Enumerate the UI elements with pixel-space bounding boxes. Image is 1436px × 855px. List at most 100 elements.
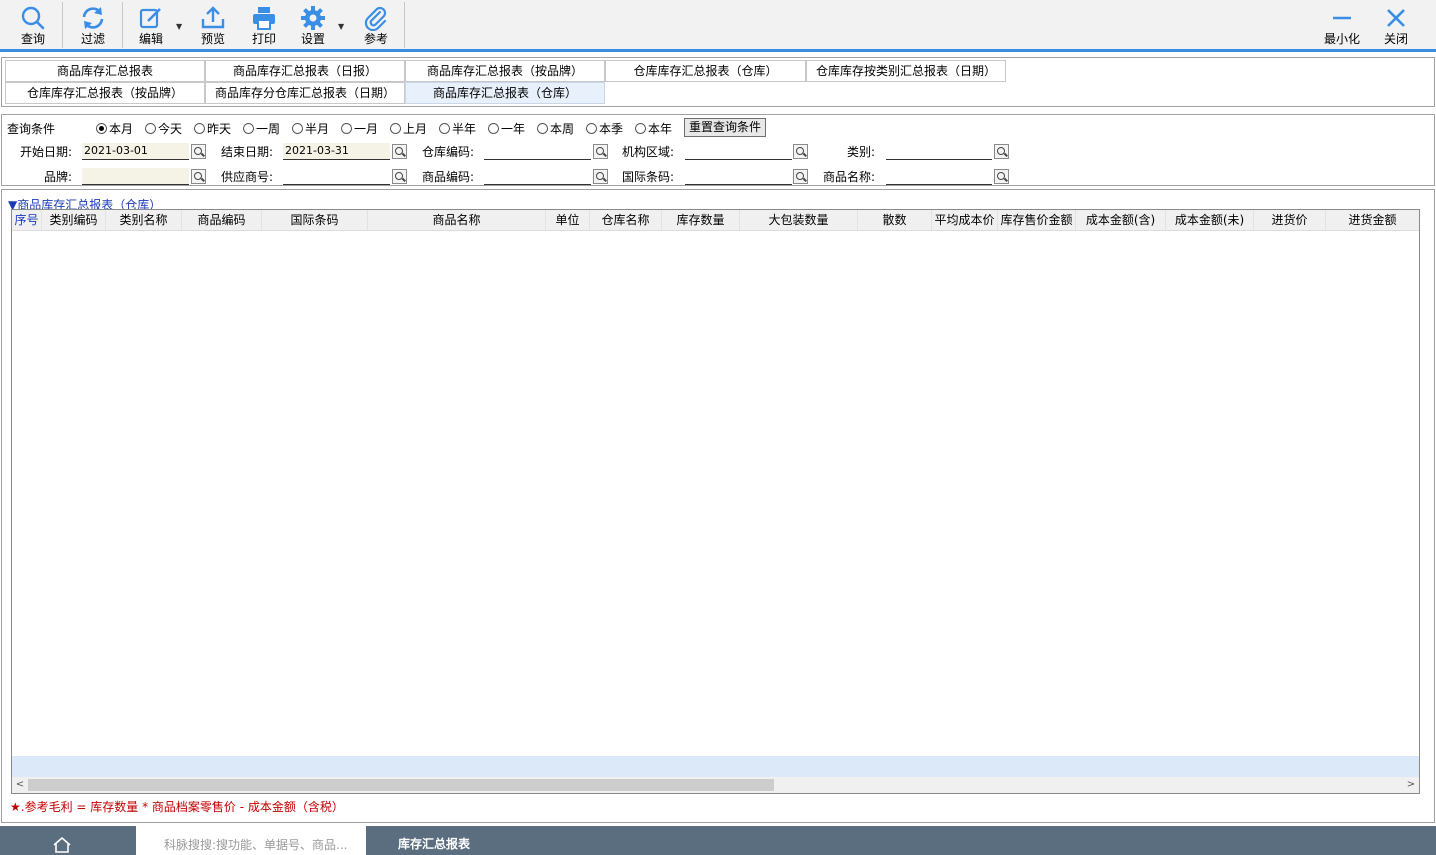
range-radio-last-month[interactable]: 上月 bbox=[390, 120, 427, 137]
preview-button[interactable]: 预览 bbox=[186, 0, 240, 49]
tab-warehouse-stock-by-brand[interactable]: 仓库库存汇总报表（按品牌） bbox=[5, 82, 205, 104]
radio-label: 本年 bbox=[648, 122, 673, 136]
column-header-stock-sale-amount[interactable]: 库存售价金额 bbox=[998, 210, 1076, 230]
minimize-icon bbox=[1333, 16, 1351, 20]
range-radio-yesterday[interactable]: 昨天 bbox=[194, 120, 231, 137]
barcode-lookup-icon[interactable] bbox=[793, 169, 808, 184]
column-header-category-name[interactable]: 类别名称 bbox=[106, 210, 182, 230]
column-header-product-name[interactable]: 商品名称 bbox=[368, 210, 546, 230]
column-header-bulk-qty[interactable]: 大包装数量 bbox=[740, 210, 858, 230]
range-radio-this-quarter[interactable]: 本季 bbox=[586, 120, 623, 137]
settings-dropdown-icon[interactable]: ▼ bbox=[338, 22, 344, 31]
supplier-label: 供应商号: bbox=[221, 170, 274, 184]
range-radio-this-week[interactable]: 本周 bbox=[537, 120, 574, 137]
data-grid[interactable]: 序号 类别编码 类别名称 商品编码 国际条码 商品名称 单位 仓库名称 库存数量… bbox=[11, 209, 1420, 794]
column-header-barcode[interactable]: 国际条码 bbox=[262, 210, 368, 230]
column-header-unit[interactable]: 单位 bbox=[546, 210, 590, 230]
grid-summary-row bbox=[12, 756, 1419, 777]
edit-dropdown-icon[interactable]: ▼ bbox=[176, 22, 182, 31]
filter-button[interactable]: 过滤 bbox=[66, 0, 120, 49]
tab-product-stock-by-brand[interactable]: 商品库存汇总报表（按品牌） bbox=[405, 60, 605, 82]
tab-product-stock-summary[interactable]: 商品库存汇总报表 bbox=[5, 60, 205, 82]
tab-product-stock-by-warehouse-date[interactable]: 商品库存分仓库汇总报表（日期） bbox=[205, 82, 405, 104]
toolbar: 查询 过滤 编辑 ▼ 预览 打印 设置 ▼ 参考 最小化 关闭 bbox=[0, 0, 1436, 52]
radio-label: 本周 bbox=[550, 122, 575, 136]
category-field[interactable] bbox=[886, 143, 992, 160]
supplier-field[interactable] bbox=[283, 168, 390, 185]
range-radio-half-year[interactable]: 半年 bbox=[439, 120, 476, 137]
start-date-label: 开始日期: bbox=[20, 145, 73, 159]
radio-label: 今天 bbox=[158, 122, 183, 136]
product-code-field[interactable] bbox=[484, 168, 591, 185]
column-header-purchase-price[interactable]: 进货价 bbox=[1254, 210, 1326, 230]
scrollbar-thumb[interactable] bbox=[28, 779, 774, 791]
scroll-right-icon[interactable]: > bbox=[1403, 777, 1419, 793]
tab-product-stock-warehouse[interactable]: 商品库存汇总报表（仓库） bbox=[405, 82, 605, 104]
close-button[interactable]: 关闭 bbox=[1372, 0, 1420, 49]
global-search-input[interactable]: 科脉搜搜:搜功能、单据号、商品... bbox=[136, 826, 366, 855]
home-button[interactable] bbox=[0, 826, 136, 855]
range-radio-this-month[interactable]: 本月 bbox=[96, 120, 133, 137]
product-name-field[interactable] bbox=[886, 168, 992, 185]
edit-button[interactable]: 编辑 bbox=[124, 0, 178, 49]
column-header-purchase-amount[interactable]: 进货金额 bbox=[1326, 210, 1419, 230]
radio-icon bbox=[390, 123, 401, 134]
radio-label: 一周 bbox=[256, 122, 281, 136]
end-date-lookup-icon[interactable] bbox=[392, 144, 407, 159]
search-icon bbox=[21, 6, 45, 30]
range-radio-one-month[interactable]: 一月 bbox=[341, 120, 378, 137]
reset-query-button[interactable]: 重置查询条件 bbox=[684, 118, 766, 137]
brand-label: 品牌: bbox=[44, 170, 73, 184]
horizontal-scrollbar[interactable]: < > bbox=[12, 777, 1419, 793]
settings-button[interactable]: 设置 bbox=[286, 0, 340, 49]
column-header-loose-qty[interactable]: 散数 bbox=[858, 210, 932, 230]
column-header-category-code[interactable]: 类别编码 bbox=[42, 210, 106, 230]
radio-icon bbox=[194, 123, 205, 134]
toolbar-divider bbox=[404, 2, 405, 48]
category-lookup-icon[interactable] bbox=[994, 144, 1009, 159]
radio-label: 半年 bbox=[452, 122, 477, 136]
report-tabs: 商品库存汇总报表 商品库存汇总报表（日报） 商品库存汇总报表（按品牌） 仓库库存… bbox=[1, 57, 1435, 107]
warehouse-code-label: 仓库编码: bbox=[422, 145, 475, 159]
column-header-index[interactable]: 序号 bbox=[12, 210, 42, 230]
radio-icon bbox=[292, 123, 303, 134]
warehouse-code-lookup-icon[interactable] bbox=[593, 144, 608, 159]
taskbar-tab-stock-summary[interactable]: 库存汇总报表 bbox=[366, 826, 502, 855]
barcode-field[interactable] bbox=[685, 168, 792, 185]
range-radio-this-year[interactable]: 本年 bbox=[635, 120, 672, 137]
query-button[interactable]: 查询 bbox=[6, 0, 60, 49]
tab-warehouse-stock-by-category[interactable]: 仓库库存按类别汇总报表（日期） bbox=[806, 60, 1006, 82]
warehouse-code-field[interactable] bbox=[484, 143, 591, 160]
range-radio-half-month[interactable]: 半月 bbox=[292, 120, 329, 137]
column-header-cost-incl-tax[interactable]: 成本金额(含) bbox=[1076, 210, 1166, 230]
product-code-lookup-icon[interactable] bbox=[593, 169, 608, 184]
upload-icon bbox=[201, 6, 225, 29]
brand-lookup-icon[interactable] bbox=[191, 169, 206, 184]
gear-icon bbox=[301, 6, 325, 30]
reference-button[interactable]: 参考 bbox=[349, 0, 403, 49]
product-name-lookup-icon[interactable] bbox=[994, 169, 1009, 184]
start-date-lookup-icon[interactable] bbox=[191, 144, 206, 159]
column-header-warehouse-name[interactable]: 仓库名称 bbox=[590, 210, 662, 230]
column-header-avg-cost[interactable]: 平均成本价 bbox=[932, 210, 998, 230]
print-button[interactable]: 打印 bbox=[237, 0, 291, 49]
range-radio-today[interactable]: 今天 bbox=[145, 120, 182, 137]
tab-warehouse-stock-summary[interactable]: 仓库库存汇总报表（仓库） bbox=[605, 60, 806, 82]
column-header-cost-excl-tax[interactable]: 成本金额(未) bbox=[1166, 210, 1254, 230]
radio-icon bbox=[488, 123, 499, 134]
range-radio-one-week[interactable]: 一周 bbox=[243, 120, 280, 137]
range-radio-one-year[interactable]: 一年 bbox=[488, 120, 525, 137]
column-header-stock-qty[interactable]: 库存数量 bbox=[662, 210, 740, 230]
end-date-field[interactable]: 2021-03-31 bbox=[283, 143, 390, 160]
column-header-product-code[interactable]: 商品编码 bbox=[182, 210, 262, 230]
org-area-lookup-icon[interactable] bbox=[793, 144, 808, 159]
scroll-left-icon[interactable]: < bbox=[12, 777, 28, 793]
org-area-field[interactable] bbox=[685, 143, 792, 160]
radio-label: 一年 bbox=[501, 122, 526, 136]
start-date-field[interactable]: 2021-03-01 bbox=[82, 143, 189, 160]
minimize-button[interactable]: 最小化 bbox=[1316, 0, 1368, 49]
supplier-lookup-icon[interactable] bbox=[392, 169, 407, 184]
brand-field[interactable] bbox=[82, 168, 189, 185]
toolbar-divider bbox=[62, 2, 63, 48]
tab-product-stock-daily[interactable]: 商品库存汇总报表（日报） bbox=[205, 60, 405, 82]
